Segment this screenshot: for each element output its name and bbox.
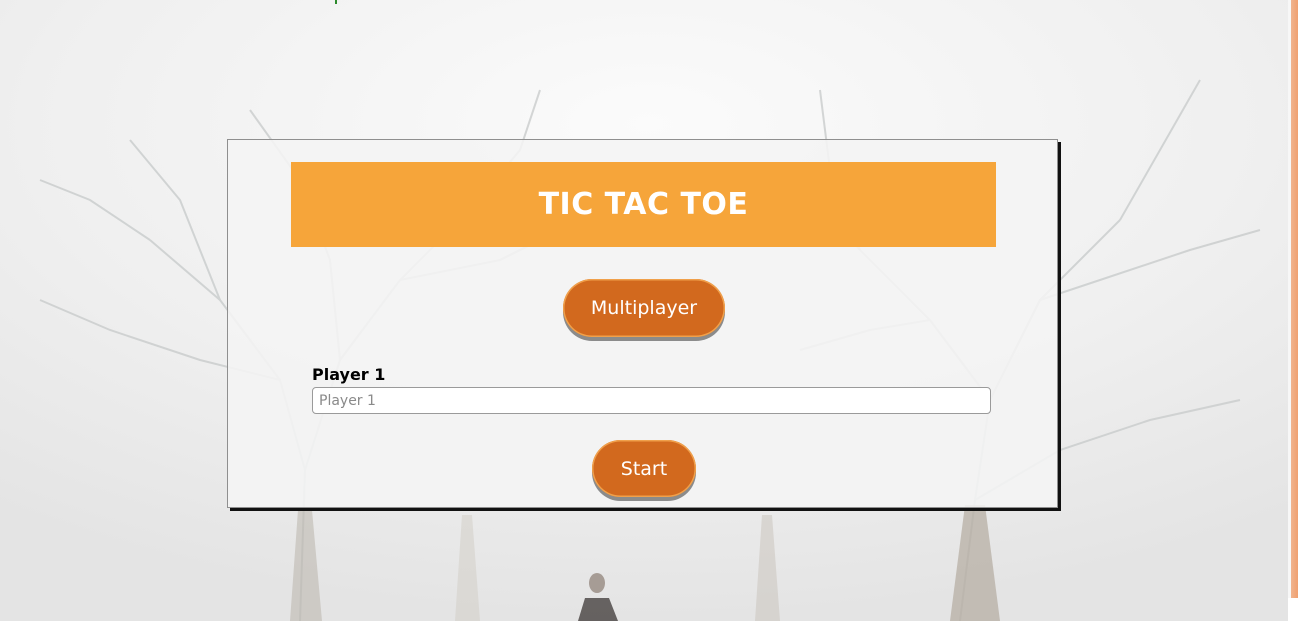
top-speck	[335, 0, 337, 4]
page: TIC TAC TOE Multiplayer Player 1 Start	[0, 0, 1298, 621]
multiplayer-button[interactable]: Multiplayer	[563, 279, 725, 337]
scrollbar-thumb[interactable]	[1288, 598, 1298, 621]
game-title: TIC TAC TOE	[291, 162, 996, 247]
start-button[interactable]: Start	[592, 440, 696, 497]
game-setup-card: TIC TAC TOE Multiplayer Player 1 Start	[227, 139, 1058, 508]
player1-label: Player 1	[312, 365, 386, 384]
player1-input[interactable]	[312, 387, 991, 414]
scrollbar[interactable]	[1288, 0, 1298, 621]
